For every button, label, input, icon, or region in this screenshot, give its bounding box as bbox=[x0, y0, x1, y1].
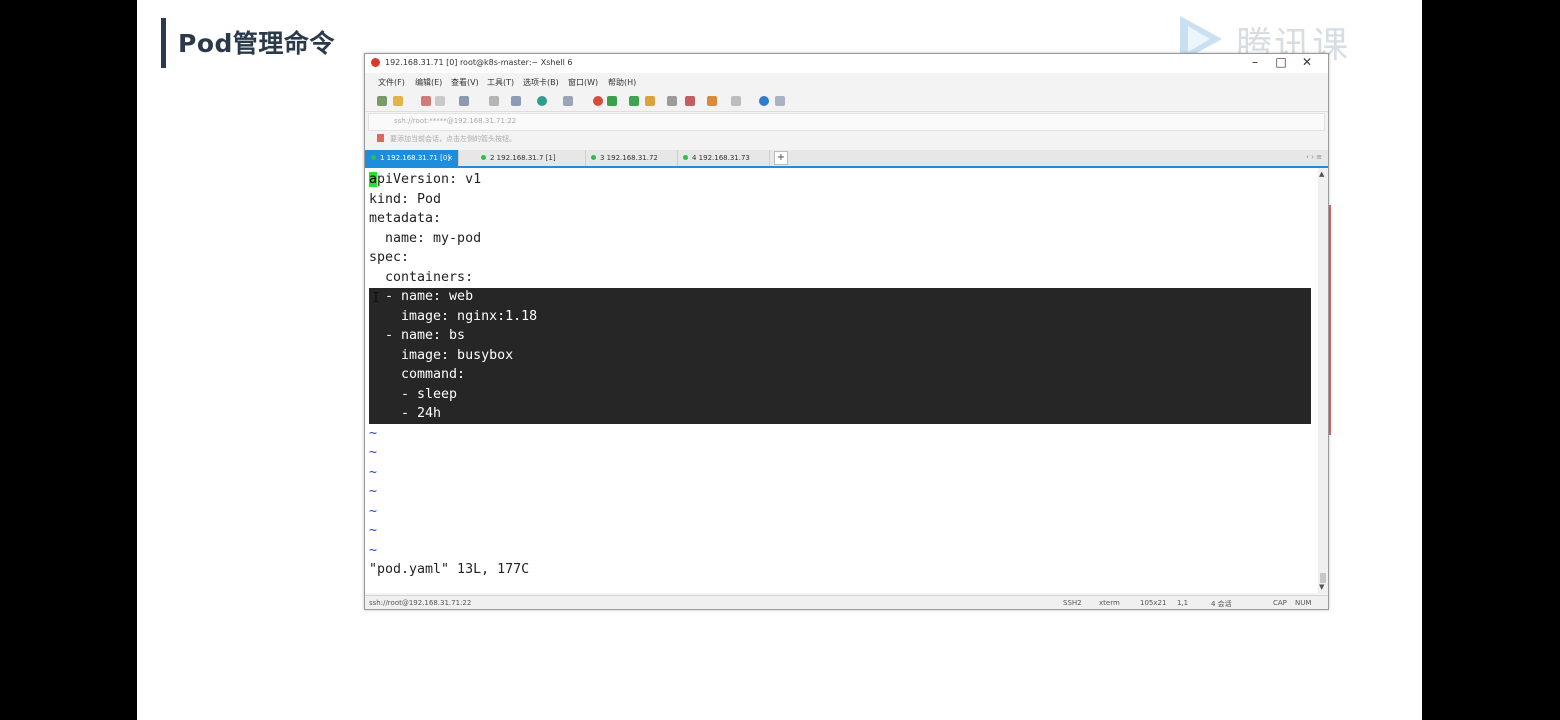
window-title: 192.168.31.71 [0] root@k8s-master:~ Xshe… bbox=[385, 58, 573, 67]
scrollbar-thumb[interactable] bbox=[1320, 573, 1326, 583]
terminal-line: metadata: bbox=[369, 211, 442, 226]
tab-label: 3 192.168.31.72 bbox=[600, 154, 658, 162]
tab-label: 2 192.168.31.7 [1] bbox=[490, 154, 556, 162]
menu-tabs[interactable]: 选项卡(B) bbox=[523, 77, 559, 88]
empty-line-tilde: ~ bbox=[369, 523, 378, 538]
window-titlebar: 192.168.31.71 [0] root@k8s-master:~ Xshe… bbox=[365, 54, 1328, 73]
menu-file[interactable]: 文件(F) bbox=[378, 77, 405, 88]
keyboard-icon[interactable] bbox=[667, 96, 677, 106]
hint-text: 要添加当前会话，点击左侧的箭头按钮。 bbox=[390, 135, 516, 143]
menu-window[interactable]: 窗口(W) bbox=[568, 77, 598, 88]
slide-title: Pod管理命令 bbox=[178, 29, 335, 58]
close-tab-icon[interactable]: × bbox=[447, 154, 453, 162]
empty-line-tilde: ~ bbox=[369, 445, 378, 460]
toolbar bbox=[365, 91, 1328, 112]
address-bar[interactable]: ssh://root:*****@192.168.31.71:22 bbox=[368, 113, 1325, 131]
terminal-view[interactable]: apiVersion: v1 kind: Pod metadata: name:… bbox=[365, 168, 1318, 593]
status-position: 1,1 bbox=[1177, 599, 1189, 607]
selected-line: image: nginx:1.18 bbox=[369, 308, 538, 324]
tab-scroll-arrows[interactable]: ‹ › ≡ bbox=[1306, 153, 1322, 161]
address-input[interactable]: ssh://root:*****@192.168.31.71:22 bbox=[394, 117, 516, 125]
status-connection: ssh://root@192.168.31.71:22 bbox=[369, 599, 472, 607]
menu-tools[interactable]: 工具(T) bbox=[487, 77, 514, 88]
lock-icon[interactable] bbox=[645, 96, 655, 106]
status-protocol: SSH2 bbox=[1063, 599, 1082, 607]
connected-dot-icon bbox=[481, 155, 486, 160]
selected-line: command: bbox=[369, 367, 466, 382]
line-text: piVersion: v1 bbox=[377, 172, 482, 187]
close-button[interactable]: ✕ bbox=[1294, 55, 1320, 69]
tab-session-2[interactable]: 2 192.168.31.7 [1] bbox=[475, 150, 586, 166]
find-icon[interactable] bbox=[489, 96, 499, 106]
scroll-down-icon[interactable]: ▼ bbox=[1319, 583, 1324, 591]
tab-session-1[interactable]: 1 192.168.31.71 [0] × bbox=[365, 150, 459, 166]
menu-view[interactable]: 查看(V) bbox=[451, 77, 479, 88]
terminal-line: kind: Pod bbox=[369, 191, 442, 207]
connected-dot-icon bbox=[683, 155, 688, 160]
tab-label: 4 192.168.31.73 bbox=[692, 154, 750, 162]
xftp-green-icon[interactable] bbox=[607, 96, 617, 106]
help-icon[interactable] bbox=[759, 96, 769, 106]
status-num: NUM bbox=[1295, 599, 1312, 607]
empty-line-tilde: ~ bbox=[369, 542, 378, 558]
empty-line-tilde: ~ bbox=[369, 503, 378, 519]
minimize-button[interactable]: – bbox=[1242, 55, 1268, 69]
fullscreen-icon[interactable] bbox=[731, 96, 741, 106]
empty-line-tilde: ~ bbox=[369, 425, 378, 441]
globe-icon[interactable] bbox=[537, 96, 547, 106]
status-size: 105x21 bbox=[1140, 599, 1167, 607]
disconnect-icon[interactable] bbox=[435, 96, 445, 106]
transfer-icon[interactable] bbox=[629, 96, 639, 106]
selected-line: image: busybox bbox=[369, 347, 514, 363]
chat-icon[interactable] bbox=[775, 96, 785, 106]
tab-label: 1 192.168.31.71 [0] bbox=[380, 154, 451, 162]
connect-icon[interactable] bbox=[421, 96, 431, 106]
vim-status-line: "pod.yaml" 13L, 177C bbox=[369, 562, 530, 577]
side-red-line bbox=[1329, 205, 1331, 435]
terminal-line: apiVersion: v1 bbox=[369, 170, 481, 190]
status-bar: ssh://root@192.168.31.71:22 SSH2 xterm 1… bbox=[365, 595, 1328, 609]
xftp-icon[interactable] bbox=[593, 96, 603, 106]
window-controls: – □ ✕ bbox=[1242, 55, 1320, 69]
selected-line: - name: bs bbox=[369, 328, 466, 343]
empty-line-tilde: ~ bbox=[369, 464, 378, 480]
selected-line: - sleep bbox=[369, 386, 458, 402]
tab-session-4[interactable]: 4 192.168.31.73 bbox=[677, 150, 770, 166]
bookmark-icon[interactable] bbox=[377, 134, 384, 142]
session-hint-bar: 要添加当前会话，点击左侧的箭头按钮。 bbox=[368, 131, 1323, 146]
tab-session-3[interactable]: 3 192.168.31.72 bbox=[585, 150, 678, 166]
text-ibeam-cursor-icon: I bbox=[372, 291, 380, 306]
menu-edit[interactable]: 编辑(E) bbox=[415, 77, 442, 88]
connected-dot-icon bbox=[371, 155, 376, 160]
selected-line: - 24h bbox=[369, 406, 442, 421]
empty-line-tilde: ~ bbox=[369, 484, 378, 499]
new-session-icon[interactable] bbox=[377, 96, 387, 106]
menu-bar: 文件(F) 编辑(E) 查看(V) 工具(T) 选项卡(B) 窗口(W) 帮助(… bbox=[365, 74, 1328, 90]
status-cap: CAP bbox=[1273, 599, 1287, 607]
layout-icon[interactable] bbox=[511, 96, 521, 106]
session-tabs: 1 192.168.31.71 [0] × 2 192.168.31.7 [1]… bbox=[365, 150, 1328, 168]
open-folder-icon[interactable] bbox=[393, 96, 403, 106]
scroll-up-icon[interactable]: ▲ bbox=[1319, 170, 1324, 178]
terminal-line: containers: bbox=[369, 269, 474, 285]
add-tab-button[interactable]: + bbox=[774, 151, 788, 165]
copy-icon[interactable] bbox=[459, 96, 469, 106]
pencil-icon[interactable] bbox=[685, 96, 695, 106]
status-sessions: 4 会话 bbox=[1211, 600, 1232, 608]
terminal-line: name: my-pod bbox=[369, 230, 482, 246]
font-icon[interactable] bbox=[563, 96, 573, 106]
menu-help[interactable]: 帮助(H) bbox=[608, 77, 636, 88]
connected-dot-icon bbox=[591, 155, 596, 160]
maximize-button[interactable]: □ bbox=[1268, 55, 1294, 69]
xshell-window: 192.168.31.71 [0] root@k8s-master:~ Xshe… bbox=[364, 53, 1329, 610]
terminal-scrollbar[interactable]: ▲ ▼ bbox=[1318, 168, 1328, 593]
xshell-app-icon bbox=[371, 58, 380, 67]
terminal-line: spec: bbox=[369, 250, 410, 265]
script-icon[interactable] bbox=[707, 96, 717, 106]
terminal-cursor: a bbox=[369, 172, 378, 187]
status-term: xterm bbox=[1099, 599, 1120, 607]
title-accent-bar bbox=[161, 18, 166, 68]
selected-line: - name: web bbox=[369, 289, 474, 304]
